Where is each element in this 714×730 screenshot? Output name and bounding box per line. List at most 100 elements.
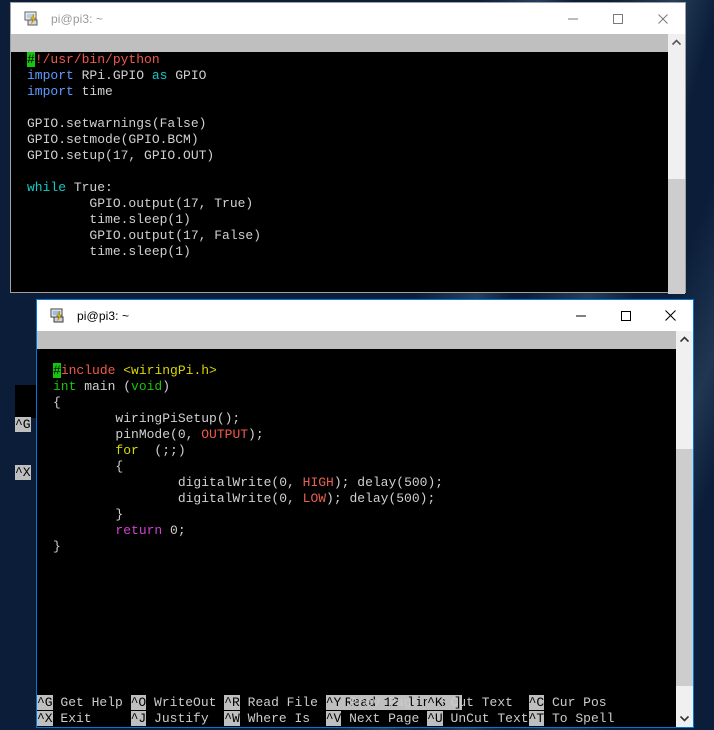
code-line: while True: — [27, 180, 668, 196]
nano-shortcut-label: Cur Pos — [544, 695, 607, 710]
nano-bottom-bar: [ Read 12 lines ] ^G Get Help ^O WriteOu… — [37, 679, 676, 727]
code-token: import — [27, 68, 74, 83]
code-token: wiringPiSetup(); — [53, 411, 241, 426]
code-token: True: — [66, 180, 113, 195]
code-line: } — [53, 539, 676, 555]
code-token: digitalWrite(0, — [53, 475, 303, 490]
maximize-icon[interactable] — [603, 301, 648, 331]
code-token: OUTPUT — [201, 427, 249, 442]
putty-window-blink-ph[interactable]: pi@pi3: ~ GNU nano 2.2.6 File: blink.ph #… — [10, 2, 686, 294]
scroll-down-arrow-icon[interactable] — [676, 710, 693, 727]
nano-shortcut-key[interactable]: ^O — [130, 695, 147, 710]
code-line: int main (void) — [53, 379, 676, 395]
close-icon[interactable] — [648, 301, 693, 331]
code-token: time.sleep(1) — [27, 244, 191, 259]
minimize-icon[interactable] — [550, 4, 595, 34]
code-token: RPi.GPIO — [73, 68, 152, 83]
code-token: as — [151, 68, 168, 83]
nano-shortcut-key[interactable]: ^K — [427, 695, 443, 710]
code-token: for — [115, 443, 139, 458]
window-title: pi@pi3: ~ — [77, 308, 130, 323]
code-line: time.sleep(1) — [27, 244, 668, 260]
nano-code-area-2[interactable]: #include <wiringPi.h> int main (void){ wi… — [37, 349, 676, 555]
code-token: # — [27, 52, 35, 67]
nano-shortcut-label: Get Help — [52, 695, 131, 710]
code-line: } — [53, 507, 676, 523]
code-token: (;;) — [138, 443, 186, 458]
code-line: GPIO.setmode(GPIO.BCM) — [27, 132, 668, 148]
window-title: pi@pi3: ~ — [51, 11, 104, 26]
code-token: include — [60, 363, 124, 378]
nano-shortcut-label: Next Page — [341, 711, 428, 726]
scroll-up-arrow-icon[interactable] — [676, 331, 693, 348]
code-token: } — [53, 539, 61, 554]
nano-shortcut-key[interactable]: ^G — [37, 695, 53, 710]
nano-shortcut-row-2[interactable]: ^X Exit ^J Justify ^W Where Is ^V Next P… — [37, 711, 676, 727]
close-icon[interactable] — [640, 4, 685, 34]
nano-shortcut-key[interactable]: ^V — [325, 711, 342, 726]
code-line: import RPi.GPIO as GPIO — [27, 68, 668, 84]
nano-shortcut-row-1[interactable]: ^G Get Help ^O WriteOut ^R Read File ^Y … — [37, 695, 676, 711]
nano-file-label: File: blink.ph — [358, 53, 468, 68]
code-line: import time — [27, 84, 668, 100]
code-line: GPIO.setup(17, GPIO.OUT) — [27, 148, 668, 164]
code-token: GPIO.setmode(GPIO.BCM) — [27, 132, 199, 147]
nano-shortcut-key[interactable]: ^U — [427, 711, 443, 726]
code-line: GPIO.setwarnings(False) — [27, 116, 668, 132]
scrollbar-window-1[interactable] — [668, 34, 685, 294]
nano-shortcut-key[interactable]: ^X — [37, 711, 53, 726]
nano-shortcut-label: Exit — [52, 711, 131, 726]
putty-icon — [23, 11, 43, 27]
code-token: ); delay(500); — [333, 475, 444, 490]
code-token: LOW — [302, 491, 327, 506]
code-line: GPIO.output(17, False) — [27, 228, 668, 244]
nano-shortcut-key[interactable]: ^R — [224, 695, 240, 710]
titlebar-window-2[interactable]: pi@pi3: ~ — [37, 300, 693, 331]
code-token: int — [53, 379, 77, 394]
nano-shortcut-label: Justify — [146, 711, 225, 726]
nano-shortcut-key[interactable]: ^T — [528, 711, 545, 726]
nano-shortcut-key[interactable]: ^W — [224, 711, 240, 726]
code-token: pinMode(0, — [53, 427, 202, 442]
code-line: for (;;) — [53, 443, 676, 459]
nano-shortcut-label: WriteOut — [146, 695, 225, 710]
code-line: GPIO.output(17, True) — [27, 196, 668, 212]
nano-shortcut-key[interactable]: ^Y — [325, 695, 342, 710]
scroll-up-arrow-icon[interactable] — [668, 34, 685, 51]
minimize-icon[interactable] — [558, 301, 603, 331]
maximize-icon[interactable] — [595, 4, 640, 34]
scroll-thumb-window-1[interactable] — [668, 179, 685, 294]
code-token: GPIO.setwarnings(False) — [27, 116, 207, 131]
nano-shortcut-key[interactable]: ^C — [528, 695, 545, 710]
scroll-thumb-window-2[interactable] — [676, 449, 693, 686]
code-token: while — [27, 180, 67, 195]
terminal-screen-1[interactable]: GNU nano 2.2.6 File: blink.ph #!/usr/bin/… — [11, 34, 668, 292]
code-token: time.sleep(1) — [27, 212, 191, 227]
code-token: GPIO — [167, 68, 207, 83]
scrollbar-window-2[interactable] — [676, 331, 693, 727]
code-token: { — [53, 459, 124, 474]
code-token: GPIO.output(17, True) — [27, 196, 254, 211]
code-token: time — [73, 84, 113, 99]
peek-key-2: ^X — [15, 465, 31, 480]
nano-shortcut-label: To Spell — [544, 711, 615, 726]
titlebar-window-1[interactable]: pi@pi3: ~ — [11, 3, 685, 34]
code-line: return 0; — [53, 523, 676, 539]
terminal-screen-2[interactable]: GNU nano 2.2.6 File: blink.c #include <wi… — [37, 331, 676, 727]
code-line: digitalWrite(0, HIGH); delay(500); — [53, 475, 676, 491]
code-line: time.sleep(1) — [27, 212, 668, 228]
nano-code-area-1[interactable]: #!/usr/bin/python import RPi.GPIO as GPIO… — [11, 52, 668, 260]
nano-shortcut-key[interactable]: ^J — [130, 711, 147, 726]
peek-key-1: ^G — [15, 417, 31, 432]
putty-window-blink-c[interactable]: pi@pi3: ~ GNU nano 2.2.6 File: blink.c #i… — [36, 299, 694, 728]
code-line: { — [53, 395, 676, 411]
code-token: !/usr/bin/python — [34, 52, 160, 67]
code-line: wiringPiSetup(); — [53, 411, 676, 427]
code-token: 0; — [162, 523, 186, 538]
code-token: ); delay(500); — [326, 491, 436, 506]
code-token: return — [115, 523, 163, 538]
nano-shortcut-label: Prev Page — [341, 695, 428, 710]
